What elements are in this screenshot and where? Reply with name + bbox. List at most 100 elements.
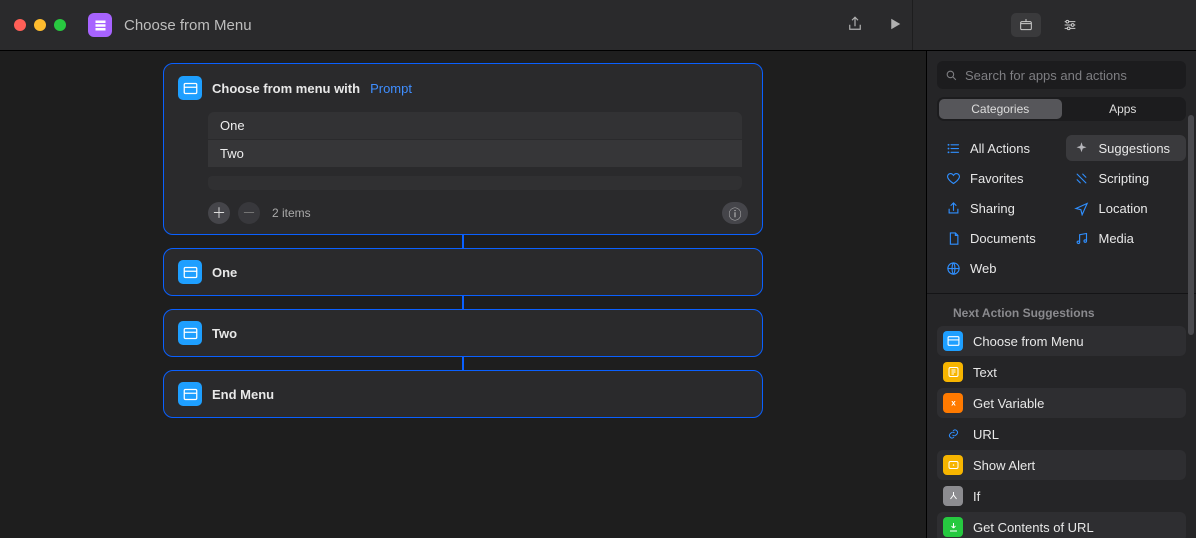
- window-title: Choose from Menu: [124, 17, 838, 34]
- suggestion-get-variable[interactable]: x Get Variable: [937, 388, 1186, 418]
- dl-icon: [943, 517, 963, 537]
- close-window-button[interactable]: [14, 19, 26, 31]
- library-button[interactable]: [1011, 13, 1041, 37]
- suggestion-if[interactable]: If: [937, 481, 1186, 511]
- list-icon: [945, 140, 961, 156]
- connector-line: [462, 235, 464, 248]
- search-icon: [945, 69, 958, 82]
- search-input[interactable]: Search for apps and actions: [937, 61, 1186, 89]
- category-label: Web: [970, 261, 997, 276]
- case-block-one[interactable]: One: [163, 248, 763, 296]
- alert-icon: [943, 455, 963, 475]
- case-block-two[interactable]: Two: [163, 309, 763, 357]
- actions-sidebar: Search for apps and actions Categories A…: [926, 51, 1196, 538]
- case-label: One: [212, 265, 237, 280]
- category-suggestions[interactable]: Suggestions: [1066, 135, 1187, 161]
- add-item-button[interactable]: ＋: [208, 202, 230, 224]
- tab-apps[interactable]: Apps: [1062, 99, 1185, 119]
- shortcut-app-icon: [88, 13, 112, 37]
- workflow-canvas[interactable]: Choose from menu with Prompt One Two ＋ －…: [0, 51, 926, 538]
- window-controls: [14, 19, 66, 31]
- link-icon: [943, 424, 963, 444]
- prompt-parameter[interactable]: Prompt: [370, 81, 412, 96]
- svg-text:x: x: [951, 399, 956, 408]
- menu-item-row[interactable]: Two: [208, 140, 742, 168]
- suggestions-list: Choose from Menu Text x Get Variable URL Show…: [927, 326, 1196, 538]
- suggestion-label: Get Variable: [973, 396, 1044, 411]
- category-label: Favorites: [970, 171, 1023, 186]
- suggestion-url[interactable]: URL: [937, 419, 1186, 449]
- category-web[interactable]: Web: [937, 255, 1058, 281]
- menu-icon: [943, 331, 963, 351]
- category-label: Sharing: [970, 201, 1015, 216]
- suggestion-label: Text: [973, 365, 997, 380]
- share-button[interactable]: [846, 15, 864, 36]
- category-favorites[interactable]: Favorites: [937, 165, 1058, 191]
- suggestion-label: Get Contents of URL: [973, 520, 1094, 535]
- minimize-window-button[interactable]: [34, 19, 46, 31]
- category-label: Documents: [970, 231, 1036, 246]
- suggestion-get-contents-of-url[interactable]: Get Contents of URL: [937, 512, 1186, 538]
- category-sharing[interactable]: Sharing: [937, 195, 1058, 221]
- category-label: Suggestions: [1099, 141, 1171, 156]
- library-icon: [1017, 17, 1035, 33]
- suggestion-label: Show Alert: [973, 458, 1035, 473]
- bolt-icon: [1074, 170, 1090, 186]
- branch-icon: [943, 486, 963, 506]
- share-icon: [846, 15, 864, 33]
- menu-icon: [178, 321, 202, 345]
- suggestion-show-alert[interactable]: Show Alert: [937, 450, 1186, 480]
- sparkle-icon: [1074, 140, 1090, 156]
- menu-icon: [178, 260, 202, 284]
- x-icon: x: [943, 393, 963, 413]
- case-label: Two: [212, 326, 237, 341]
- action-choose-from-menu[interactable]: Choose from menu with Prompt One Two ＋ －…: [163, 63, 763, 235]
- category-documents[interactable]: Documents: [937, 225, 1058, 251]
- end-menu-block[interactable]: End Menu: [163, 370, 763, 418]
- tab-categories[interactable]: Categories: [939, 99, 1062, 119]
- suggestion-label: If: [973, 489, 980, 504]
- titlebar: Choose from Menu: [0, 0, 1196, 51]
- category-label: All Actions: [970, 141, 1030, 156]
- suggestion-choose-from-menu[interactable]: Choose from Menu: [937, 326, 1186, 356]
- category-all-actions[interactable]: All Actions: [937, 135, 1058, 161]
- remove-item-button[interactable]: －: [238, 202, 260, 224]
- category-label: Scripting: [1099, 171, 1150, 186]
- scrollbar-thumb[interactable]: [1188, 115, 1194, 335]
- item-count: 2 items: [272, 206, 311, 220]
- toolbar-right: [846, 15, 904, 36]
- search-placeholder: Search for apps and actions: [965, 68, 1127, 83]
- action-title: Choose from menu with: [212, 81, 360, 96]
- suggestions-header: Next Action Suggestions: [927, 294, 1196, 326]
- sliders-icon: [1061, 17, 1079, 33]
- segmented-control: Categories Apps: [937, 97, 1186, 121]
- music-icon: [1074, 230, 1090, 246]
- doc-icon: [945, 230, 961, 246]
- settings-button[interactable]: [1055, 13, 1085, 37]
- zoom-window-button[interactable]: [54, 19, 66, 31]
- sidebar-toolbar: [912, 0, 1182, 50]
- menu-icon: [178, 76, 202, 100]
- connector-line: [462, 357, 464, 370]
- nav-icon: [1074, 200, 1090, 216]
- share-icon: [945, 200, 961, 216]
- run-button[interactable]: [886, 15, 904, 36]
- category-label: Media: [1099, 231, 1134, 246]
- info-button[interactable]: ⓘ: [722, 202, 748, 224]
- category-label: Location: [1099, 201, 1148, 216]
- category-scripting[interactable]: Scripting: [1066, 165, 1187, 191]
- end-label: End Menu: [212, 387, 274, 402]
- text-icon: [943, 362, 963, 382]
- menu-item-row[interactable]: One: [208, 112, 742, 140]
- suggestion-text[interactable]: Text: [937, 357, 1186, 387]
- menu-icon: [178, 382, 202, 406]
- category-grid: All Actions Suggestions Favorites Scripting…: [927, 131, 1196, 293]
- suggestion-label: Choose from Menu: [973, 334, 1084, 349]
- suggestion-label: URL: [973, 427, 999, 442]
- play-icon: [886, 15, 904, 33]
- heart-icon: [945, 170, 961, 186]
- category-location[interactable]: Location: [1066, 195, 1187, 221]
- menu-items-list: One Two: [208, 112, 742, 190]
- connector-line: [462, 296, 464, 309]
- category-media[interactable]: Media: [1066, 225, 1187, 251]
